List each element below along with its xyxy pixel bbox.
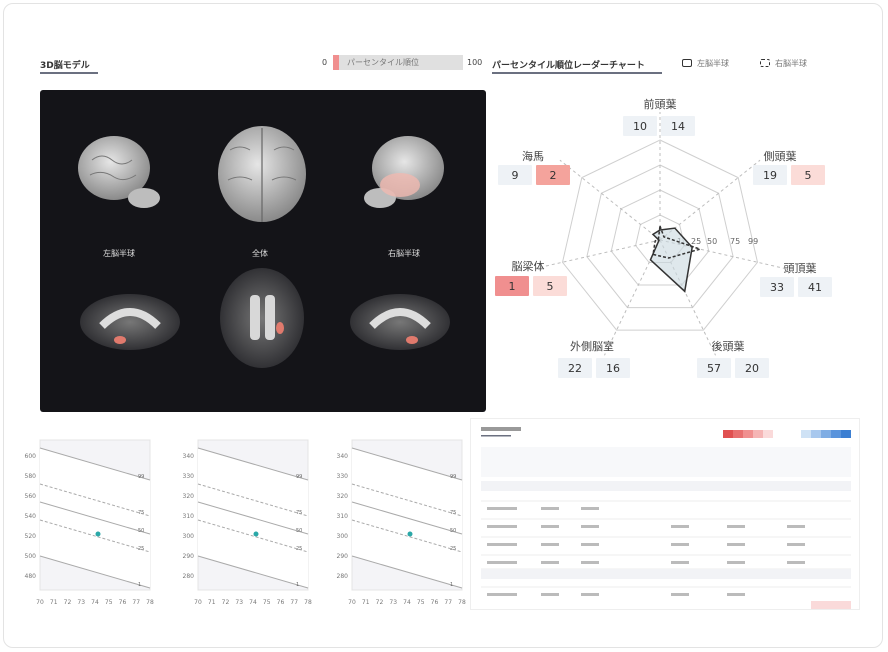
view-label-right: 右脳半球 [388, 249, 420, 258]
whole-brain-view[interactable] [218, 126, 306, 222]
legend-left-label: 左脳半球 [697, 59, 729, 68]
tab-3d-brain-model[interactable]: 3D脳モデル [40, 58, 90, 71]
left-medial-view[interactable] [80, 294, 180, 350]
view-label-left: 左脳半球 [103, 249, 135, 258]
scale-max: 100 [467, 58, 483, 67]
percentile-scale-bar: パーセンタイル順位 [333, 55, 463, 70]
legend-dashed-icon [760, 59, 770, 67]
scale-min: 0 [322, 58, 328, 67]
tab-radar-underline [492, 72, 662, 74]
scale-low-swatch [333, 55, 339, 70]
scale-label: パーセンタイル順位 [347, 58, 419, 67]
view-label-whole: 全体 [252, 249, 268, 258]
volume-table-panel [470, 418, 860, 610]
tab-radar-chart[interactable]: パーセンタイル順位レーダーチャート [492, 58, 645, 71]
table-color-scale [723, 430, 851, 438]
axial-slice-view[interactable] [220, 268, 304, 368]
legend-right-label: 右脳半球 [775, 59, 807, 68]
brain-3d-viewer[interactable]: 左脳半球 全体 右脳半球 [40, 90, 486, 412]
legend-solid-icon [682, 59, 692, 67]
volume-table [481, 427, 851, 609]
tab-3d-underline [40, 72, 98, 74]
right-medial-view[interactable] [350, 294, 450, 350]
left-hemisphere-view[interactable] [78, 136, 160, 208]
right-hemisphere-view[interactable] [364, 136, 444, 208]
